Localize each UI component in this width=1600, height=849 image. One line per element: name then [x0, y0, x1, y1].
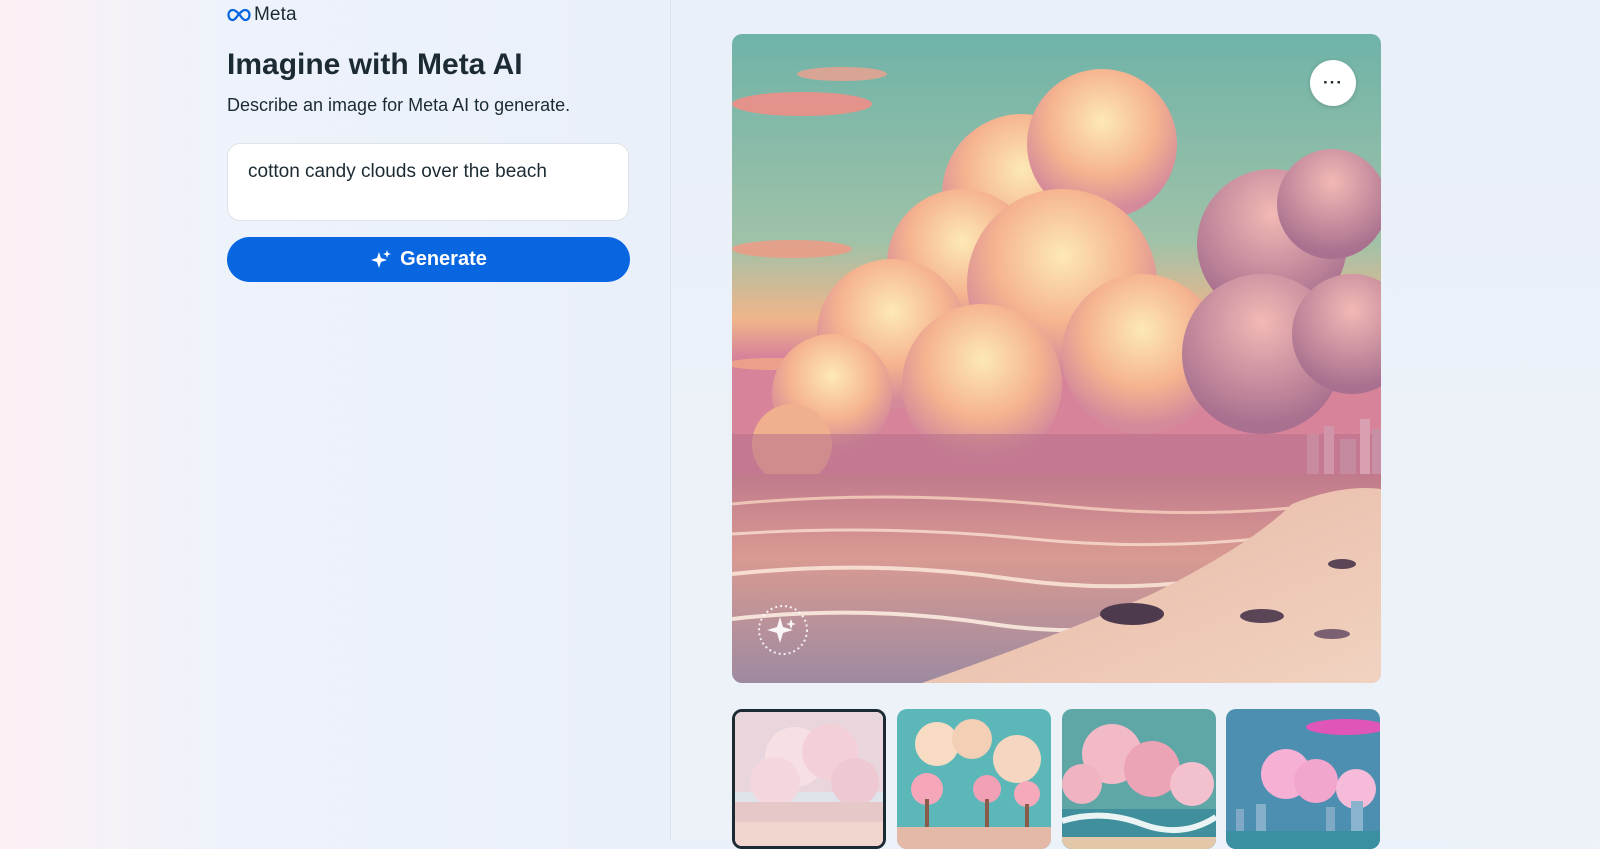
sparkle-icon — [371, 249, 392, 268]
page-title: Imagine with Meta AI — [227, 48, 523, 81]
more-options-icon: ··· — [1323, 73, 1343, 92]
prompt-input[interactable]: cotton candy clouds over the beach — [227, 143, 629, 221]
imagined-with-ai-icon — [756, 603, 810, 657]
thumbnail-2[interactable] — [897, 709, 1051, 849]
brand-name: Meta — [254, 4, 297, 25]
thumbnail-3[interactable] — [1062, 709, 1216, 849]
more-options-button[interactable]: ··· — [1310, 60, 1356, 106]
brand-logo[interactable]: Meta — [227, 4, 297, 26]
generate-button-label: Generate — [400, 248, 487, 270]
page-subtitle: Describe an image for Meta AI to generat… — [227, 95, 571, 115]
generated-image[interactable] — [732, 34, 1381, 683]
meta-infinity-icon — [227, 8, 251, 22]
left-panel: Meta Imagine with Meta AI Describe an im… — [0, 0, 670, 840]
generate-button[interactable]: Generate — [227, 237, 630, 282]
thumbnail-1[interactable] — [732, 709, 886, 849]
thumbnail-4[interactable] — [1226, 709, 1380, 849]
